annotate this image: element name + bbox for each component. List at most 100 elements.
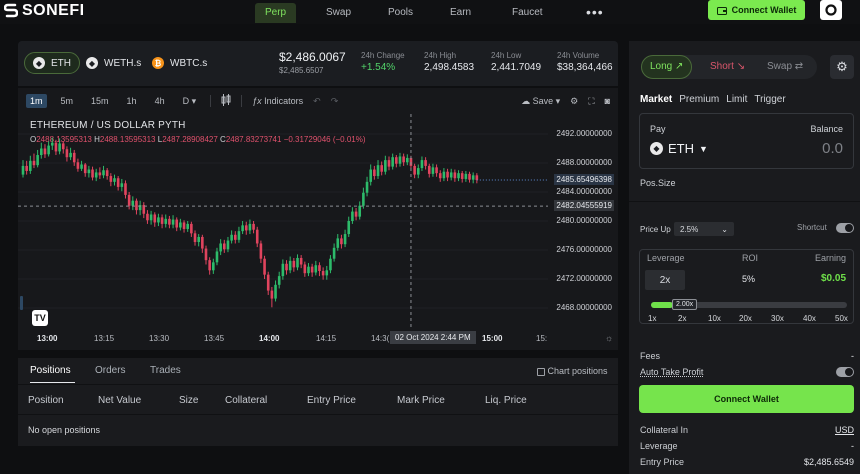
nav-item-earn[interactable]: Earn	[440, 3, 481, 23]
mark-price: $2,486.0067	[279, 50, 346, 64]
candle-body	[471, 175, 475, 180]
order-type-trigger[interactable]: Trigger	[754, 94, 785, 105]
candle	[402, 153, 405, 166]
nav-item-faucet[interactable]: Faucet	[502, 3, 553, 23]
connect-wallet-button[interactable]: Connect Wallet	[639, 385, 854, 413]
leverage-input[interactable]: 2x	[645, 270, 685, 290]
order-type-premium[interactable]: Premium	[679, 94, 719, 105]
candle-body	[212, 262, 215, 271]
timeframe-d[interactable]: D ▾	[179, 94, 201, 109]
summary-label-leverage: Leverage	[640, 441, 678, 451]
chart-positions-toggle[interactable]: Chart positions	[537, 366, 608, 376]
order-type-market[interactable]: Market	[640, 94, 672, 105]
camera-icon[interactable]: ◙	[605, 96, 610, 106]
slider-tick[interactable]: 40x	[803, 314, 816, 323]
connect-wallet-button-top[interactable]: Connect Wallet	[708, 0, 805, 20]
candle	[164, 214, 168, 228]
scroll-handle[interactable]	[20, 296, 23, 310]
pos-size-label: Pos.Size	[640, 178, 676, 188]
checkbox-icon[interactable]	[537, 367, 545, 376]
summary-value-leverage: -	[851, 441, 854, 451]
save-button[interactable]: ☁ Save ▾	[521, 96, 560, 107]
slider-tick[interactable]: 20x	[739, 314, 752, 323]
price-up-select[interactable]: 2.5% ⌄	[674, 222, 734, 236]
shortcut-toggle[interactable]	[836, 223, 854, 233]
candle	[127, 192, 131, 210]
candle	[380, 161, 383, 176]
tab-orders[interactable]: Orders	[95, 365, 126, 376]
asset-pill-eth[interactable]: ◆ ETH	[24, 52, 80, 74]
summary-value-collateral[interactable]: USD	[835, 425, 854, 435]
timeframe-1h[interactable]: 1h	[123, 94, 141, 108]
nav-item-swap[interactable]: Swap	[316, 3, 361, 23]
candle-body	[146, 213, 149, 221]
candle-body	[453, 172, 457, 179]
candle-type-icon[interactable]	[221, 94, 231, 108]
redo-icon[interactable]: ↷	[331, 96, 339, 107]
more-dots-icon[interactable]: •••	[586, 4, 604, 20]
candle-body	[413, 165, 416, 175]
asset-pill-wbtc[interactable]: ₿ WBTC.s	[144, 52, 215, 74]
slider-tick[interactable]: 30x	[771, 314, 784, 323]
column-header-size: Size	[179, 395, 199, 406]
asset-pill-weth[interactable]: ◆ WETH.s	[78, 52, 149, 74]
slider-tick[interactable]: 1x	[648, 314, 656, 323]
candle-body	[25, 165, 28, 171]
timeframe-15m[interactable]: 15m	[87, 94, 113, 108]
candle	[47, 141, 50, 157]
column-header-liq-price: Liq. Price	[485, 395, 527, 406]
side-tab-swap[interactable]: Swap ⇄	[759, 55, 811, 79]
side-tab-short[interactable]: Short ↘	[702, 55, 753, 79]
candle-body	[299, 257, 303, 265]
candle-body	[380, 165, 383, 172]
index-price: $2,485.6507	[279, 66, 324, 75]
pay-asset-select[interactable]: ◆ ETH ▼	[650, 141, 708, 156]
candle	[332, 243, 336, 262]
slider-tick[interactable]: 10x	[708, 314, 721, 323]
candle-body	[384, 160, 387, 172]
time-label: 13:30	[149, 334, 170, 343]
trade-settings-button[interactable]: ⚙	[830, 55, 854, 79]
undo-icon[interactable]: ↶	[313, 96, 321, 107]
indicators-button[interactable]: ƒx Indicators	[252, 96, 303, 106]
chart-settings-icon[interactable]: ☼	[605, 333, 613, 343]
candle	[135, 198, 138, 215]
price-up-label: Price Up	[640, 225, 671, 234]
timeframe-5m[interactable]: 5m	[57, 94, 78, 108]
price-level-label: 2468.00000000	[556, 303, 612, 312]
tab-positions[interactable]: Positions	[30, 365, 71, 376]
brand-logo[interactable]: SONEFI	[4, 2, 85, 20]
nav-item-pools[interactable]: Pools	[378, 3, 423, 23]
tab-trades[interactable]: Trades	[150, 365, 181, 376]
candle	[384, 155, 387, 175]
side-selector: Long ↗ Short ↘ Swap ⇄	[641, 55, 817, 79]
candlestick-plot[interactable]	[18, 114, 548, 327]
leverage-slider-tooltip[interactable]: 2.00x	[672, 299, 698, 310]
candle	[204, 245, 208, 265]
candle	[69, 147, 72, 161]
candle-body	[127, 194, 131, 206]
candle	[255, 226, 259, 248]
slider-tick[interactable]: 50x	[835, 314, 848, 323]
candle	[241, 221, 244, 235]
timeframe-1m[interactable]: 1m	[26, 94, 47, 108]
candle-body	[274, 284, 277, 299]
order-type-limit[interactable]: Limit	[726, 94, 747, 105]
candle-body	[449, 172, 453, 178]
candle	[274, 280, 277, 302]
slider-tick[interactable]: 2x	[678, 314, 686, 323]
fullscreen-icon[interactable]: ⛶	[588, 96, 594, 107]
pay-amount-input[interactable]: 0.0	[822, 140, 843, 157]
candle	[336, 234, 340, 251]
time-label: 13:15	[94, 334, 115, 343]
candle-body	[307, 266, 310, 274]
auto-take-profit-toggle[interactable]	[836, 367, 854, 377]
timeframe-4h[interactable]: 4h	[151, 94, 169, 108]
candle	[76, 158, 80, 172]
candle	[113, 174, 116, 186]
side-tab-long[interactable]: Long ↗	[641, 55, 693, 79]
account-avatar[interactable]	[820, 0, 842, 20]
nav-item-perp[interactable]: Perp	[255, 3, 297, 23]
settings-gear-icon[interactable]: ⚙	[570, 96, 578, 107]
candle	[138, 200, 142, 216]
